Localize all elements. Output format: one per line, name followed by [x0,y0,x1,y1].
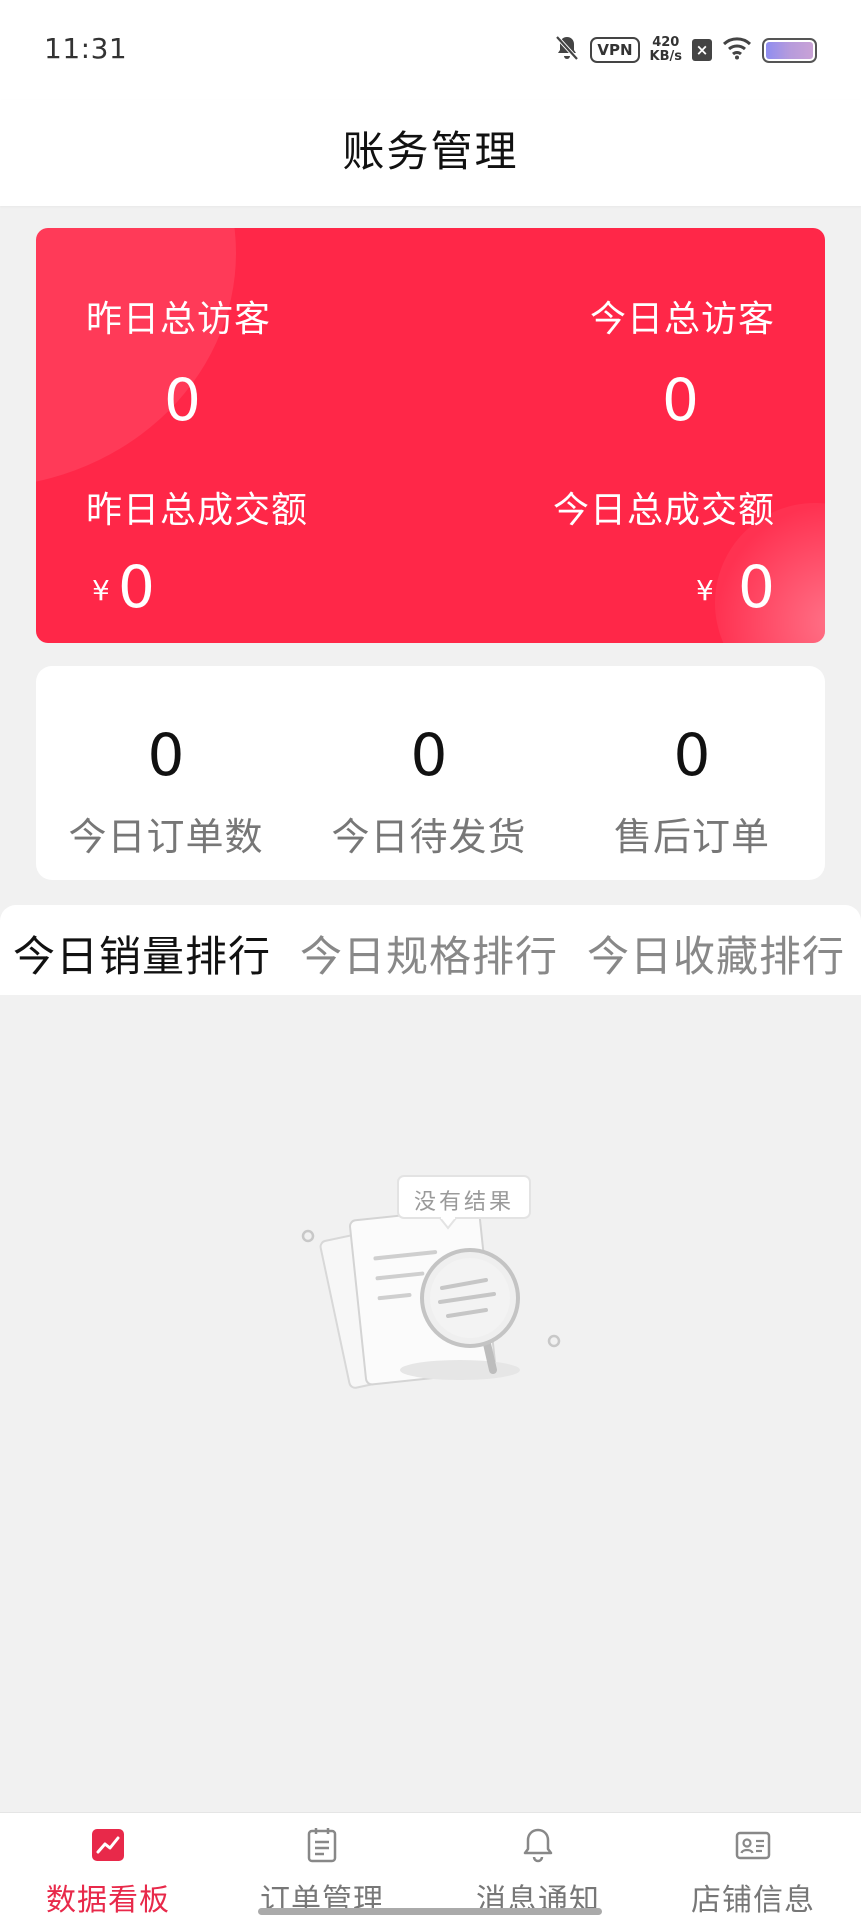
tab-spec-ranking[interactable]: 今日规格排行 [300,923,558,984]
header: 账务管理 [0,100,861,206]
summary-card: 昨日总访客 0 今日总访客 0 昨日总成交额 ¥ 0 今日总成交额 ¥ 0 [36,228,825,643]
stat-pending-shipment[interactable]: 0 今日待发货 [304,726,554,861]
nav-label: 数据看板 [46,1883,170,1918]
bottom-nav: 数据看板 订单管理 消息通知 店铺信息 [0,1812,861,1920]
yesterday-currency: ¥ [92,574,110,607]
stat-label: 今日待发货 [331,815,527,859]
battery-level [766,41,813,59]
stat-today-orders[interactable]: 0 今日订单数 [41,726,291,861]
nav-item-store-info[interactable]: 店铺信息 [663,1825,843,1919]
ranking-tabs: 今日销量排行 今日规格排行 今日收藏排行 [0,905,861,995]
empty-state-text: 没有结果 [413,1190,514,1215]
today-currency: ¥ [696,574,714,607]
card-decoration [36,228,236,488]
nav-item-dashboard[interactable]: 数据看板 [18,1825,198,1919]
vpn-badge: VPN [590,37,640,63]
stat-label: 今日订单数 [68,815,264,859]
stat-value: 0 [147,721,185,789]
today-visitors-value: 0 [662,366,699,434]
page-title: 账务管理 [342,127,519,176]
status-bar: 11:31 VPN 420 KB/s × [0,0,861,100]
nav-label: 店铺信息 [691,1883,815,1918]
status-icons: VPN 420 KB/s × [554,30,817,70]
order-stats-card: 0 今日订单数 0 今日待发货 0 售后订单 [36,666,825,880]
stat-after-sales[interactable]: 0 售后订单 [567,726,817,861]
speed-unit: KB/s [649,49,682,64]
status-time: 11:31 [44,32,128,65]
chart-icon [92,1829,124,1861]
yesterday-sales-value: 0 [118,553,155,621]
today-sales-label: 今日总成交额 [552,490,775,531]
today-visitors-label: 今日总访客 [589,299,775,340]
wifi-icon [722,36,752,64]
home-indicator[interactable] [258,1908,602,1915]
nav-item-orders[interactable]: 订单管理 [232,1825,412,1919]
x-badge-icon: × [692,39,712,61]
yesterday-visitors-label: 昨日总访客 [86,299,272,340]
tab-favorites-ranking[interactable]: 今日收藏排行 [587,923,845,984]
id-card-icon [735,1831,771,1860]
tab-sales-ranking[interactable]: 今日销量排行 [13,923,271,984]
clipboard-icon [307,1828,337,1863]
battery-icon [762,37,817,63]
speed-value: 420 [652,35,680,50]
nav-item-messages[interactable]: 消息通知 [448,1825,628,1919]
today-sales-value: 0 [738,553,775,621]
stat-label: 售后订单 [613,815,770,859]
network-speed: 420 KB/s [650,36,682,64]
bell-off-icon [554,34,580,66]
empty-state: 没有结果 [290,1170,570,1400]
stat-value: 0 [673,721,711,789]
yesterday-sales-label: 昨日总成交额 [86,490,309,531]
yesterday-visitors-value: 0 [164,366,201,434]
stat-value: 0 [410,721,448,789]
bell-icon [523,1828,553,1863]
